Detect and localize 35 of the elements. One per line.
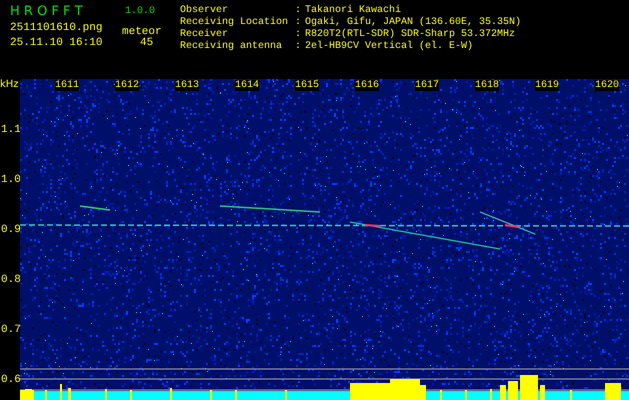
field-value: 2el-HB9CV Vertical (el. E-W) (305, 41, 474, 53)
time-label: 1614 (235, 80, 259, 91)
frequency-label: 1.0 (0, 173, 21, 188)
field-value: Ogaki, Gifu, JAPAN (136.60E, 35.35N) (305, 17, 522, 28)
frequency-label: 0.9 (0, 223, 21, 238)
file-datetime: 25.11.10 16:10 (10, 37, 104, 49)
colon-separator: : (295, 29, 302, 41)
frequency-label: 0.8 (0, 273, 21, 288)
time-label: 1612 (115, 80, 139, 91)
field-label: Receiving antenna (180, 41, 284, 53)
time-label: 1616 (355, 80, 379, 91)
time-label: 1613 (175, 80, 199, 91)
time-label: 1620 (595, 80, 619, 91)
time-label: 1615 (295, 80, 319, 91)
time-label: 1617 (415, 80, 439, 91)
frequency-label: 1.1 (0, 123, 21, 138)
colon-separator: : (295, 5, 302, 17)
frequency-label: 0.7 (0, 323, 21, 338)
time-label: 1619 (535, 80, 559, 91)
detection-label: meteor (122, 26, 162, 38)
colon-separator: : (295, 17, 302, 29)
field-label: Observer (180, 5, 230, 16)
time-label: 1618 (475, 80, 499, 91)
field-label: Receiver (180, 29, 230, 40)
app-version: 1.0.0 (125, 6, 156, 16)
field-value: R820T2(RTL-SDR) SDR-Sharp 53.372MHz (305, 29, 516, 40)
time-label: 1611 (55, 80, 79, 91)
frequency-label: 0.6 (0, 373, 21, 388)
file-name: 2511101610.png (10, 22, 104, 34)
meteor-count: 45 (139, 37, 154, 49)
colon-separator: : (295, 41, 302, 53)
axis-unit: kHz (0, 79, 19, 91)
field-label: Receiving Location (180, 17, 290, 28)
field-value: Takanori Kawachi (305, 5, 402, 16)
app-name: H R O F F T (10, 4, 84, 18)
